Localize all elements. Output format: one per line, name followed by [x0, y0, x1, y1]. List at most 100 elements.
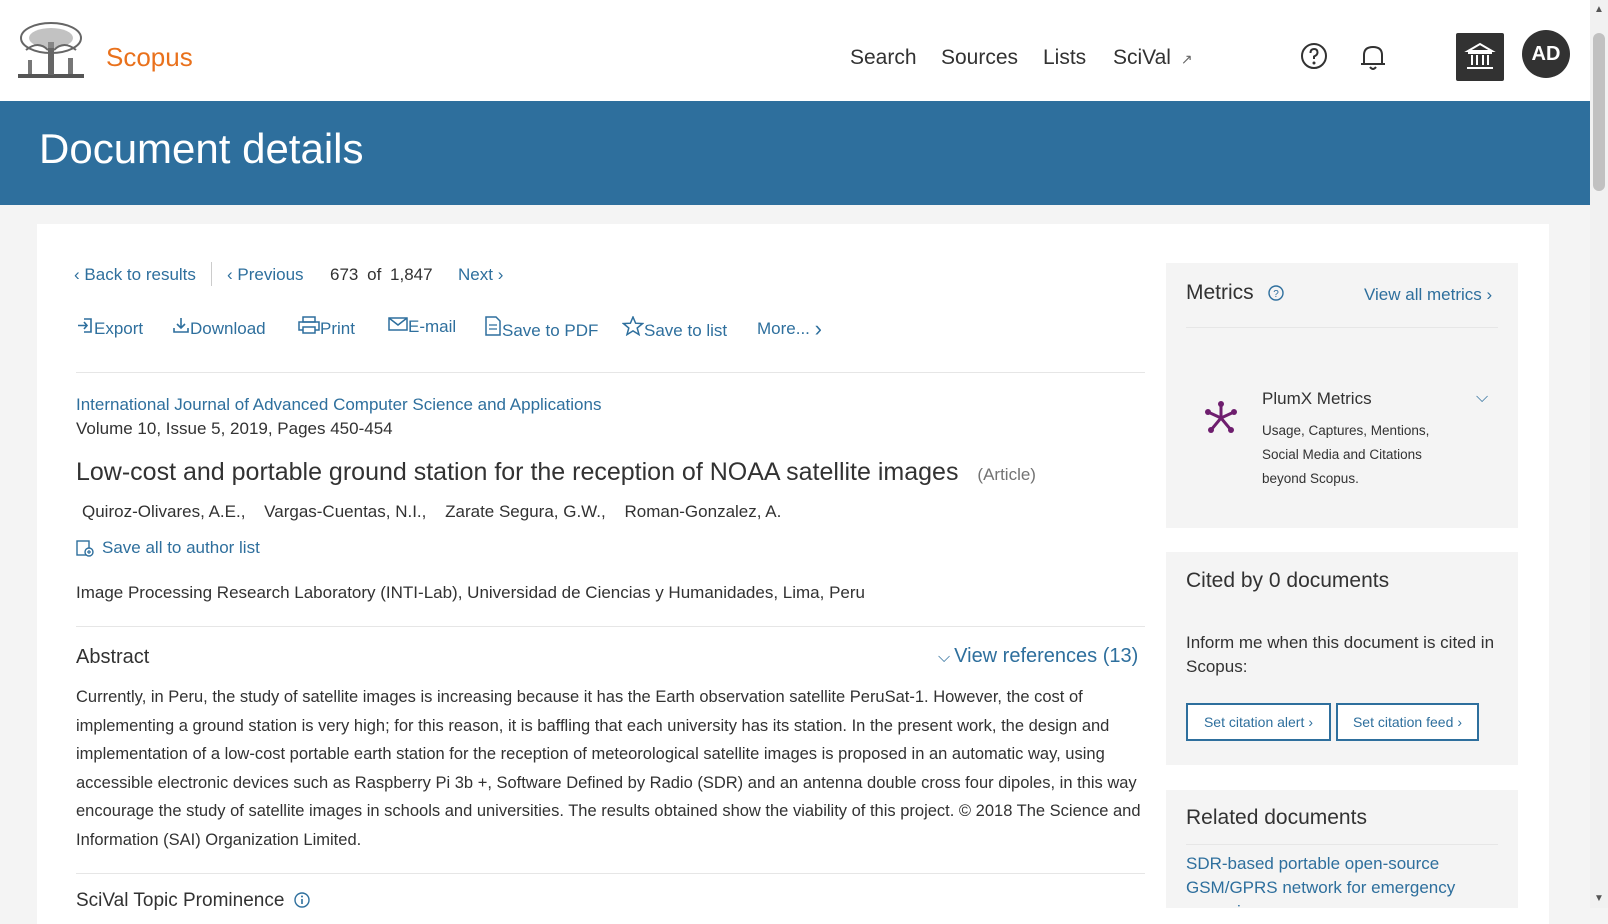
set-citation-alert-label: Set citation alert	[1203, 714, 1305, 730]
download-button[interactable]: Download	[172, 316, 266, 339]
cited-by-panel: Cited by 0 documents Inform me when this…	[1166, 552, 1518, 765]
save-all-to-author-list-button[interactable]: Save all to author list	[76, 538, 260, 558]
metrics-panel: Metrics ? View all metrics › PlumX Metri…	[1166, 263, 1518, 528]
download-icon	[173, 318, 189, 333]
view-all-metrics-link[interactable]: View all metrics ›	[1364, 285, 1492, 305]
divider	[1186, 327, 1498, 328]
metrics-heading-label: Metrics	[1186, 281, 1254, 304]
set-citation-feed-button[interactable]: Set citation feed ›	[1336, 703, 1479, 741]
export-icon	[78, 318, 92, 333]
nav-search[interactable]: Search	[850, 46, 917, 70]
abstract-heading: Abstract	[76, 646, 150, 668]
divider	[76, 873, 1145, 874]
author-list: Quiroz-Olivares, A.E., Vargas-Cuentas, N…	[82, 502, 781, 522]
institution-icon	[1464, 42, 1496, 69]
back-to-results-label: Back to results	[84, 265, 196, 284]
plumx-desc-line: Social Media and Citations	[1262, 447, 1422, 462]
print-icon	[298, 316, 320, 334]
author-list-icon	[76, 540, 94, 557]
author-link[interactable]: Quiroz-Olivares, A.E.,	[82, 502, 245, 521]
next-label: Next	[458, 265, 493, 284]
export-button[interactable]: Export	[76, 316, 143, 339]
info-icon[interactable]	[293, 892, 310, 908]
divider	[76, 372, 1145, 373]
page-scrollbar[interactable]: ▲ ▼	[1590, 0, 1608, 908]
chevron-right-icon: ›	[1457, 714, 1463, 730]
chevron-left-icon: ‹	[74, 265, 80, 284]
related-documents-panel: Related documents SDR-based portable ope…	[1166, 790, 1518, 908]
help-icon[interactable]	[1300, 42, 1328, 70]
previous-link[interactable]: ‹ Previous	[227, 265, 304, 285]
author-link[interactable]: Zarate Segura, G.W.,	[445, 502, 606, 521]
print-label: Print	[320, 319, 355, 338]
top-navigation-bar: Scopus Search Sources Lists SciVal ↗ AD	[0, 0, 1590, 101]
pager-total: 1,847	[390, 265, 433, 284]
scopus-brand[interactable]: Scopus	[106, 42, 193, 73]
scroll-thumb[interactable]	[1593, 33, 1605, 191]
save-to-list-label: Save to list	[644, 321, 728, 340]
elsevier-tree-logo[interactable]	[18, 20, 84, 80]
plumx-icon	[1205, 401, 1237, 433]
cited-by-text: Inform me when this document is cited in…	[1186, 633, 1495, 676]
chevron-right-icon: ›	[497, 265, 504, 284]
chevron-right-icon: ›	[1486, 285, 1493, 304]
nav-scival-label: SciVal	[1113, 46, 1171, 69]
more-label: More...	[757, 319, 810, 338]
pager-of: of	[367, 265, 382, 284]
page-banner: Document details	[0, 101, 1590, 205]
pdf-icon	[485, 316, 501, 336]
volume-info: Volume 10, Issue 5, 2019, Pages 450-454	[76, 419, 393, 438]
view-all-metrics-label: View all metrics	[1364, 285, 1482, 304]
related-documents-heading: Related documents	[1186, 806, 1367, 829]
nav-sources[interactable]: Sources	[941, 46, 1018, 70]
chevron-left-icon: ‹	[227, 265, 233, 284]
user-avatar[interactable]: AD	[1522, 30, 1570, 78]
plumx-desc-line: beyond Scopus.	[1262, 471, 1359, 486]
next-link[interactable]: Next ›	[458, 265, 503, 285]
pager-current: 673	[330, 265, 359, 284]
help-icon[interactable]: ?	[1267, 285, 1284, 301]
view-references-link[interactable]: ⌵ View references (13)	[938, 645, 1138, 668]
print-button[interactable]: Print	[298, 316, 355, 339]
metrics-heading: Metrics ?	[1186, 281, 1284, 305]
view-references-label: View references (13)	[954, 645, 1139, 667]
pager-position: 673 of 1,847	[330, 265, 433, 285]
svg-text:?: ?	[1273, 289, 1279, 300]
plumx-desc-line: Usage, Captures, Mentions,	[1262, 423, 1430, 438]
document-title: Low-cost and portable ground station for…	[76, 458, 1036, 487]
set-citation-alert-button[interactable]: Set citation alert ›	[1186, 703, 1331, 741]
chevron-right-icon: ›	[814, 316, 822, 341]
email-label: E-mail	[408, 317, 457, 336]
download-label: Download	[190, 319, 266, 338]
export-label: Export	[94, 319, 144, 338]
nav-scival[interactable]: SciVal ↗	[1113, 46, 1193, 70]
scroll-down-icon[interactable]: ▼	[1594, 893, 1604, 904]
email-button[interactable]: E-mail	[388, 316, 456, 337]
scival-topic-heading: SciVal Topic Prominence	[76, 890, 310, 912]
chevron-down-icon[interactable]: ⌵	[1476, 389, 1488, 407]
plumx-description: Usage, Captures, Mentions, Social Media …	[1262, 419, 1429, 491]
document-type: (Article)	[977, 465, 1036, 484]
save-to-pdf-button[interactable]: Save to PDF	[484, 316, 598, 341]
plumx-title[interactable]: PlumX Metrics	[1262, 389, 1372, 409]
affiliation: Image Processing Research Laboratory (IN…	[76, 583, 865, 602]
email-icon	[388, 317, 408, 331]
divider	[1186, 844, 1498, 845]
save-all-label: Save all to author list	[102, 538, 260, 557]
scroll-up-icon[interactable]: ▲	[1594, 4, 1604, 15]
divider	[76, 626, 1145, 627]
nav-lists[interactable]: Lists	[1043, 46, 1086, 70]
author-link[interactable]: Roman-Gonzalez, A.	[624, 502, 781, 521]
back-to-results-link[interactable]: ‹ Back to results	[74, 265, 196, 285]
institution-button[interactable]	[1456, 33, 1504, 81]
notification-bell-icon[interactable]	[1359, 42, 1387, 72]
pager-divider	[211, 262, 212, 286]
journal-link[interactable]: International Journal of Advanced Comput…	[76, 395, 601, 415]
save-to-list-button[interactable]: Save to list	[621, 315, 728, 341]
page-title: Document details	[39, 125, 364, 172]
related-document-link[interactable]: SDR-based portable open-source GSM/GPRS …	[1186, 852, 1476, 908]
more-button[interactable]: More... ›	[757, 316, 822, 342]
cited-by-heading: Cited by 0 documents	[1186, 569, 1390, 592]
author-link[interactable]: Vargas-Cuentas, N.I.,	[264, 502, 426, 521]
abstract-text: Currently, in Peru, the study of satelli…	[76, 688, 1141, 849]
